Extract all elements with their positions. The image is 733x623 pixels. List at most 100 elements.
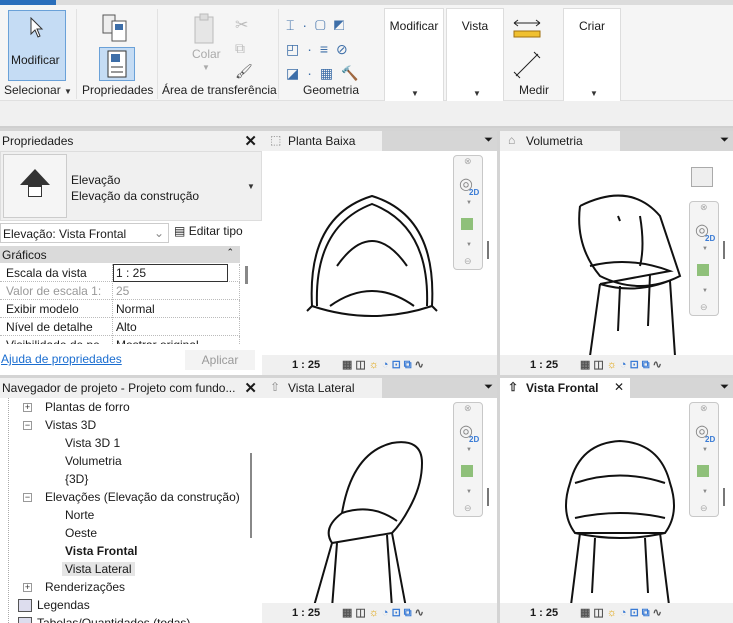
minimize-icon[interactable]: ⊖ bbox=[700, 302, 708, 313]
scrollbar[interactable] bbox=[487, 241, 489, 259]
browser-item[interactable]: Tabelas/Quantidades (todas) bbox=[37, 616, 190, 623]
scale-input[interactable] bbox=[113, 264, 228, 282]
view-tab[interactable]: ⌂ Volumetria bbox=[500, 131, 620, 151]
view-scale[interactable]: 1 : 25 bbox=[530, 359, 558, 371]
view-control-icons[interactable]: ▦◫☼◔⊡⧉∿ bbox=[580, 606, 665, 620]
expand-icon[interactable]: + bbox=[23, 403, 32, 412]
browser-item[interactable]: Volumetria bbox=[65, 454, 122, 468]
view-scale[interactable]: 1 : 25 bbox=[292, 607, 320, 619]
browser-item[interactable]: Vista 3D 1 bbox=[65, 436, 120, 450]
view-canvas[interactable]: ⊗ ◎ 2D ▼ ▼ ⊖ bbox=[262, 151, 497, 355]
scrollbar[interactable] bbox=[245, 266, 248, 284]
caret-icon[interactable]: ▼ bbox=[466, 242, 472, 248]
collapse-icon[interactable]: − bbox=[23, 493, 32, 502]
caret-icon[interactable]: ▼ bbox=[702, 489, 708, 495]
measure-icon[interactable] bbox=[512, 50, 544, 80]
aligned-dimension-icon[interactable] bbox=[512, 17, 544, 43]
browser-item[interactable]: Vista Lateral bbox=[62, 562, 135, 576]
close-icon[interactable]: ✕ bbox=[244, 379, 257, 397]
properties-button[interactable] bbox=[99, 47, 135, 81]
minimize-icon[interactable]: ⊖ bbox=[464, 256, 472, 267]
edit-type-button[interactable]: ▤ Editar tipo bbox=[174, 224, 243, 238]
caret-icon[interactable]: ▼ bbox=[702, 246, 708, 252]
view-canvas[interactable]: ⊗ ◎ 2D ▼ ▼ ⊖ bbox=[500, 151, 733, 357]
navigation-bar[interactable]: ⊗ ◎ 2D ▼ ▼ ⊖ bbox=[453, 402, 483, 517]
close-icon[interactable]: ⊗ bbox=[464, 156, 472, 167]
geometry-row-3-icons[interactable]: ◪·▦🔨 bbox=[286, 61, 367, 85]
caret-icon[interactable]: ▼ bbox=[466, 489, 472, 495]
view-menu-icon[interactable]: ⏷ bbox=[484, 134, 493, 147]
minimize-icon[interactable]: ⊖ bbox=[464, 503, 472, 514]
minimize-icon[interactable]: ⊖ bbox=[700, 503, 708, 514]
view-panel-dropdown[interactable]: Vista ▼ bbox=[446, 8, 504, 102]
expand-icon[interactable]: + bbox=[23, 583, 32, 592]
copy-icon[interactable]: ⧉ bbox=[235, 40, 245, 57]
type-selector[interactable]: Elevação Elevação da construção ▼ bbox=[0, 151, 262, 221]
view-tab[interactable]: ⇧ Vista Frontal ✕ bbox=[500, 378, 630, 398]
view-canvas[interactable]: ⊗ ◎ 2D ▼ ▼ ⊖ bbox=[500, 398, 733, 614]
property-value[interactable]: Mostrar original bbox=[116, 338, 199, 344]
modify-panel-dropdown[interactable]: Modificar ▼ bbox=[384, 8, 444, 102]
view-tab[interactable]: ⇧ Vista Lateral bbox=[262, 378, 382, 398]
collapse-icon[interactable]: − bbox=[23, 421, 32, 430]
match-properties-icon[interactable]: 🖌 bbox=[235, 63, 253, 80]
caret-icon[interactable]: ▼ bbox=[702, 447, 708, 453]
close-icon[interactable]: ⊗ bbox=[464, 403, 472, 414]
create-panel-dropdown[interactable]: Criar ▼ bbox=[563, 8, 621, 102]
view-control-icons[interactable]: ▦◫☼◔⊡⧉∿ bbox=[342, 358, 427, 372]
view-tab[interactable]: ⬚ Planta Baixa bbox=[262, 131, 382, 151]
property-row[interactable]: Visibilidade de pe... Mostrar original bbox=[0, 336, 240, 344]
close-icon[interactable]: ⊗ bbox=[700, 403, 708, 414]
browser-item[interactable]: Oeste bbox=[65, 526, 97, 540]
view-menu-icon[interactable]: ⏷ bbox=[720, 381, 729, 394]
browser-item[interactable]: Elevações (Elevação da construção) bbox=[45, 490, 240, 504]
property-value[interactable]: Alto bbox=[116, 320, 137, 334]
zoom-region-icon[interactable] bbox=[461, 465, 473, 477]
view-scale[interactable]: 1 : 25 bbox=[530, 607, 558, 619]
geometry-row-2-icons[interactable]: ◰·≡⊘ bbox=[286, 37, 367, 61]
browser-item[interactable]: Plantas de forro bbox=[45, 400, 130, 414]
paste-button[interactable]: Colar bbox=[192, 47, 221, 61]
caret-icon[interactable]: ▼ bbox=[466, 200, 472, 206]
caret-icon[interactable]: ▼ bbox=[466, 447, 472, 453]
modify-button[interactable]: Modificar bbox=[8, 10, 66, 81]
scrollbar[interactable] bbox=[723, 241, 725, 259]
property-row[interactable]: Exibir modelo Normal bbox=[0, 300, 240, 318]
view-canvas[interactable]: ⊗ ◎ 2D ▼ ▼ ⊖ bbox=[262, 398, 497, 614]
navigation-bar[interactable]: ⊗ ◎ 2D ▼ ▼ ⊖ bbox=[453, 155, 483, 270]
zoom-region-icon[interactable] bbox=[697, 264, 709, 276]
browser-item[interactable]: Renderizações bbox=[45, 580, 125, 594]
zoom-region-icon[interactable] bbox=[697, 465, 709, 477]
scrollbar[interactable] bbox=[487, 488, 489, 506]
browser-item[interactable]: Vistas 3D bbox=[45, 418, 96, 432]
browser-item[interactable]: Norte bbox=[65, 508, 94, 522]
cut-icon[interactable]: ✂ bbox=[235, 15, 248, 35]
property-row[interactable]: Valor de escala 1: 25 bbox=[0, 282, 240, 300]
scrollbar[interactable] bbox=[723, 488, 725, 506]
properties-help-link[interactable]: Ajuda de propriedades bbox=[1, 352, 122, 366]
browser-item[interactable]: {3D} bbox=[65, 472, 88, 486]
browser-item[interactable]: Vista Frontal bbox=[65, 544, 137, 558]
property-row[interactable]: Nível de detalhe Alto bbox=[0, 318, 240, 336]
close-icon[interactable]: ✕ bbox=[244, 132, 257, 150]
browser-item[interactable]: Legendas bbox=[37, 598, 90, 612]
instance-selector[interactable]: Elevação: Vista Frontal ⌄ bbox=[0, 223, 169, 243]
zoom-region-icon[interactable] bbox=[461, 218, 473, 230]
select-dropdown[interactable]: Selecionar ▼ bbox=[4, 83, 72, 97]
caret-icon[interactable]: ▼ bbox=[702, 288, 708, 294]
group-graphics[interactable]: Gráficos ⌃ bbox=[0, 246, 240, 263]
navigation-bar[interactable]: ⊗ ◎ 2D ▼ ▼ ⊖ bbox=[689, 201, 719, 316]
view-menu-icon[interactable]: ⏷ bbox=[484, 381, 493, 394]
property-value[interactable]: Normal bbox=[116, 302, 155, 316]
view-scale[interactable]: 1 : 25 bbox=[292, 359, 320, 371]
geometry-tools[interactable]: ⌶·▢◩ ◰·≡⊘ ◪·▦🔨 bbox=[286, 13, 367, 85]
apply-button[interactable]: Aplicar bbox=[185, 350, 255, 370]
view-control-icons[interactable]: ▦◫☼◔⊡⧉∿ bbox=[580, 358, 665, 372]
scrollbar[interactable] bbox=[250, 453, 252, 538]
view-menu-icon[interactable]: ⏷ bbox=[720, 134, 729, 147]
navigation-bar[interactable]: ⊗ ◎ 2D ▼ ▼ ⊖ bbox=[689, 402, 719, 517]
view-control-icons[interactable]: ▦◫☼◔⊡⧉∿ bbox=[342, 606, 427, 620]
close-icon[interactable]: ⊗ bbox=[700, 202, 708, 213]
geometry-row-1-icons[interactable]: ⌶·▢◩ bbox=[286, 13, 367, 37]
viewcube-icon[interactable] bbox=[691, 167, 713, 187]
